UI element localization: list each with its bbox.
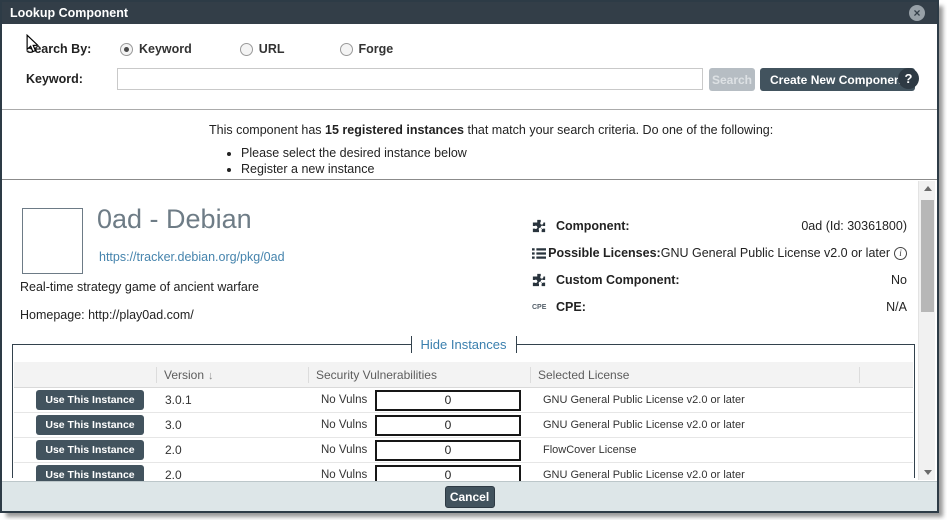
detail-value: 0ad (Id: 30361800) bbox=[801, 219, 907, 233]
cpe-icon: CPE bbox=[532, 304, 556, 311]
detail-label: Possible Licenses: bbox=[548, 246, 661, 260]
instance-row: Use This Instance 2.0 No Vulns 0 GNU Gen… bbox=[14, 463, 913, 481]
list-icon bbox=[532, 247, 548, 260]
header-version-label: Version bbox=[164, 368, 204, 382]
instance-row: Use This Instance 3.0.1 No Vulns 0 GNU G… bbox=[14, 388, 913, 413]
radio-url-label: URL bbox=[259, 42, 285, 56]
scroll-down-icon[interactable] bbox=[919, 465, 936, 480]
instance-license: GNU General Public License v2.0 or later bbox=[530, 394, 859, 406]
notice-bullet: Register a new instance bbox=[241, 162, 467, 176]
instance-version: 2.0 bbox=[156, 468, 308, 481]
instance-row: Use This Instance 2.0 No Vulns 0 FlowCov… bbox=[14, 438, 913, 463]
sort-descending-icon: ↓ bbox=[208, 370, 214, 382]
instances-section: Hide Instances Version↓ Security Vulnera… bbox=[12, 344, 915, 478]
scrollbar-thumb[interactable] bbox=[921, 200, 934, 312]
detail-label: CPE: bbox=[556, 300, 586, 314]
notice-panel: This component has 15 registered instanc… bbox=[2, 110, 937, 180]
notice-prefix: This component has bbox=[209, 123, 325, 137]
instances-table-header: Version ↓ Security Vulnerabilities Select… bbox=[14, 362, 913, 388]
lookup-component-dialog: Lookup Component × Search By: Keyword UR… bbox=[0, 0, 939, 513]
header-extra-column bbox=[859, 367, 913, 383]
dialog-footer: Cancel bbox=[2, 481, 937, 511]
vuln-count-box[interactable]: 0 bbox=[375, 390, 521, 411]
instance-license: GNU General Public License v2.0 or later bbox=[530, 469, 859, 481]
radio-forge[interactable]: Forge bbox=[340, 42, 394, 56]
component-homepage: Homepage: http://play0ad.com/ bbox=[20, 308, 194, 322]
instance-license: GNU General Public License v2.0 or later bbox=[530, 419, 859, 431]
notice-bullet-list: Please select the desired instance below… bbox=[227, 146, 467, 178]
detail-row-custom: Custom Component: No bbox=[532, 270, 907, 290]
search-by-radio-group: Keyword URL Forge bbox=[120, 42, 393, 56]
vuln-count-box[interactable]: 0 bbox=[375, 415, 521, 436]
notice-suffix: that match your search criteria. Do one … bbox=[464, 123, 773, 137]
info-icon[interactable]: i bbox=[894, 247, 907, 260]
detail-label: Component: bbox=[556, 219, 630, 233]
header-actions-column bbox=[14, 367, 156, 383]
radio-forge-label: Forge bbox=[359, 42, 394, 56]
keyword-input[interactable] bbox=[117, 68, 703, 90]
detail-value: No bbox=[891, 273, 907, 287]
search-by-label: Search By: bbox=[26, 42, 91, 56]
license-value: GNU General Public License v2.0 or later bbox=[661, 246, 890, 260]
vertical-scrollbar[interactable] bbox=[918, 181, 935, 480]
header-security-column[interactable]: Security Vulnerabilities bbox=[308, 367, 530, 383]
instances-table: Version ↓ Security Vulnerabilities Select… bbox=[14, 362, 913, 481]
search-panel: Search By: Keyword URL Forge Keyword: Se… bbox=[2, 24, 937, 110]
header-version-column[interactable]: Version ↓ bbox=[156, 367, 308, 383]
vulns-label: No Vulns bbox=[321, 394, 367, 406]
close-icon[interactable]: × bbox=[909, 5, 925, 21]
dialog-titlebar: Lookup Component × bbox=[2, 2, 937, 24]
instance-row: Use This Instance 3.0 No Vulns 0 GNU Gen… bbox=[14, 413, 913, 438]
keyword-label: Keyword: bbox=[26, 72, 83, 86]
detail-row-component: Component: 0ad (Id: 30361800) bbox=[532, 216, 907, 236]
detail-value: N/A bbox=[886, 300, 907, 314]
vuln-count-box[interactable]: 0 bbox=[375, 465, 521, 482]
radio-keyword-circle[interactable] bbox=[120, 43, 133, 56]
use-this-instance-button[interactable]: Use This Instance bbox=[36, 390, 144, 410]
vulns-label: No Vulns bbox=[321, 444, 367, 456]
create-new-component-button[interactable]: Create New Component bbox=[760, 68, 915, 91]
puzzle-icon bbox=[532, 273, 556, 287]
use-this-instance-button[interactable]: Use This Instance bbox=[36, 440, 144, 460]
instance-version: 2.0 bbox=[156, 443, 308, 457]
detail-row-licenses: Possible Licenses: GNU General Public Li… bbox=[532, 243, 907, 263]
detail-label: Custom Component: bbox=[556, 273, 680, 287]
component-result-area: 0ad - Debian https://tracker.debian.org/… bbox=[2, 180, 937, 481]
detail-row-cpe: CPE CPE: N/A bbox=[532, 297, 907, 317]
detail-value: GNU General Public License v2.0 or later… bbox=[661, 246, 907, 260]
dialog-title: Lookup Component bbox=[2, 6, 128, 20]
component-logo-placeholder bbox=[22, 208, 83, 274]
vulns-label: No Vulns bbox=[321, 419, 367, 431]
use-this-instance-button[interactable]: Use This Instance bbox=[36, 465, 144, 481]
radio-keyword-label: Keyword bbox=[139, 42, 192, 56]
use-this-instance-button[interactable]: Use This Instance bbox=[36, 415, 144, 435]
component-tracker-link[interactable]: https://tracker.debian.org/pkg/0ad bbox=[99, 250, 285, 264]
instance-license: FlowCover License bbox=[530, 444, 859, 456]
puzzle-icon bbox=[532, 219, 556, 233]
radio-forge-circle[interactable] bbox=[340, 43, 353, 56]
radio-url-circle[interactable] bbox=[240, 43, 253, 56]
radio-url[interactable]: URL bbox=[240, 42, 285, 56]
header-license-column[interactable]: Selected License bbox=[530, 367, 859, 383]
component-title: 0ad - Debian bbox=[97, 204, 252, 235]
vuln-count-box[interactable]: 0 bbox=[375, 440, 521, 461]
help-icon[interactable]: ? bbox=[898, 68, 919, 89]
instance-version: 3.0 bbox=[156, 418, 308, 432]
search-button[interactable]: Search bbox=[709, 68, 755, 91]
cancel-button[interactable]: Cancel bbox=[445, 486, 495, 508]
scroll-up-icon[interactable] bbox=[919, 181, 936, 196]
radio-keyword[interactable]: Keyword bbox=[120, 42, 192, 56]
hide-instances-link[interactable]: Hide Instances bbox=[411, 336, 517, 353]
instance-version: 3.0.1 bbox=[156, 393, 308, 407]
notice-text: This component has 15 registered instanc… bbox=[209, 123, 773, 137]
component-description: Real-time strategy game of ancient warfa… bbox=[20, 280, 259, 294]
notice-bold: 15 registered instances bbox=[325, 123, 464, 137]
notice-bullet: Please select the desired instance below bbox=[241, 146, 467, 160]
vulns-label: No Vulns bbox=[321, 469, 367, 481]
